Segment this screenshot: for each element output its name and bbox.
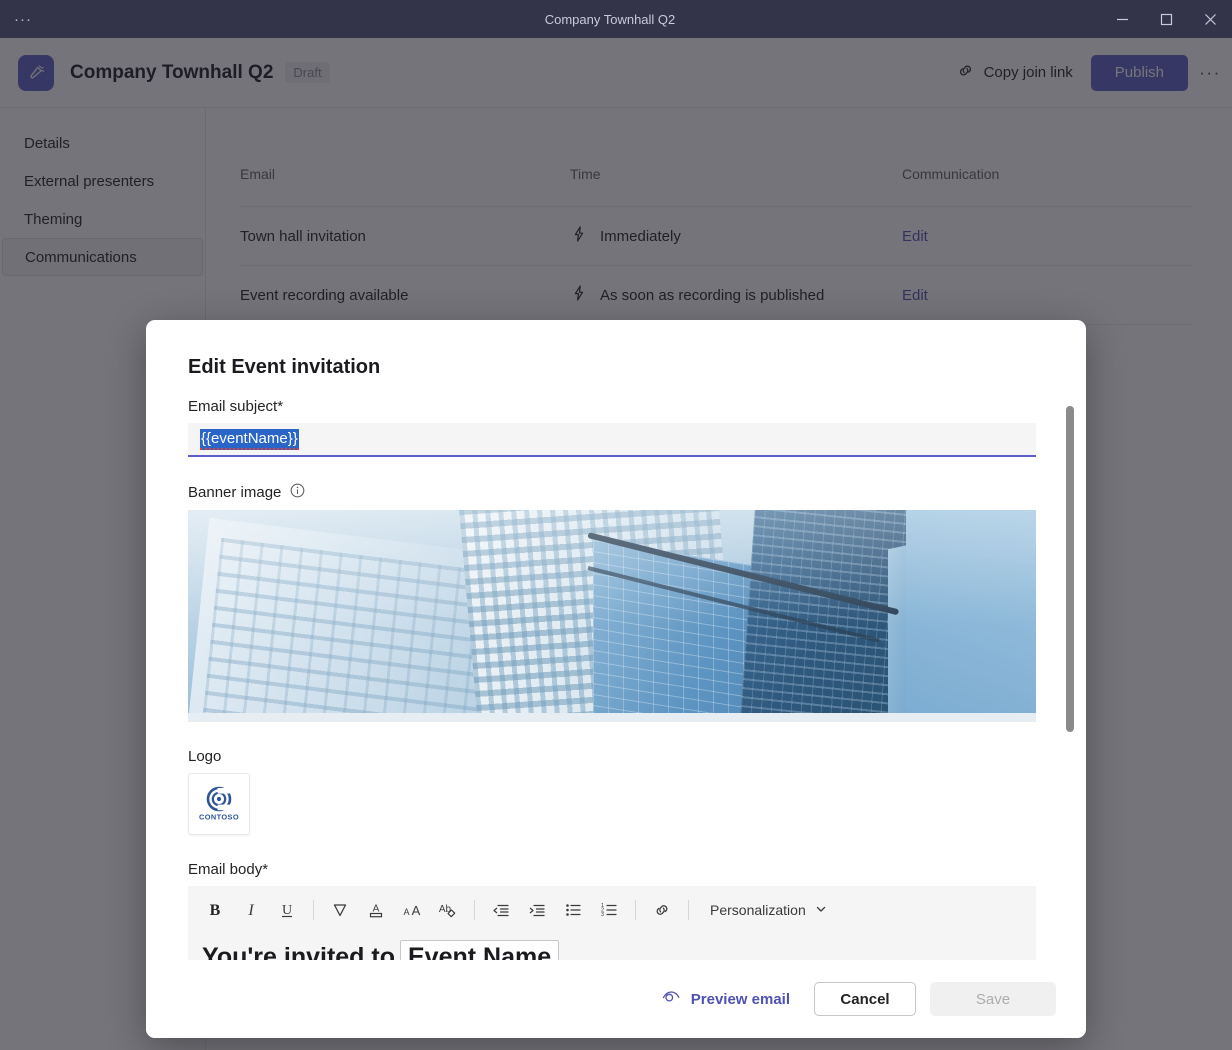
email-subject-label: Email subject*	[188, 398, 284, 415]
chevron-down-icon	[815, 902, 827, 918]
svg-text:A: A	[373, 904, 380, 915]
dialog-footer: Preview email Cancel Save	[146, 960, 1086, 1038]
clear-formatting-icon[interactable]: Ab	[431, 893, 465, 927]
decrease-indent-icon[interactable]	[484, 893, 518, 927]
contoso-logo-icon: CONTOSO	[199, 786, 239, 822]
toolbar-divider	[635, 900, 636, 920]
preview-email-button[interactable]: Preview email	[661, 987, 790, 1011]
banner-image[interactable]	[188, 510, 1036, 722]
svg-text:A: A	[412, 903, 421, 918]
numbered-list-icon[interactable]: 123	[592, 893, 626, 927]
window-title: Company Townhall Q2	[544, 11, 676, 27]
font-size-icon[interactable]: AA	[395, 893, 429, 927]
minimize-icon[interactable]	[1100, 0, 1144, 38]
svg-text:B: B	[210, 902, 221, 919]
svg-text:A: A	[403, 907, 409, 917]
highlight-icon[interactable]	[323, 893, 357, 927]
svg-text:I: I	[247, 902, 254, 919]
application-window: ··· Company Townhall Q2 Edit Event invit…	[0, 0, 1232, 1050]
email-body-label: Email body*	[188, 861, 269, 878]
dialog-scroll-area: Email subject* {{eventName}} Banner imag…	[146, 398, 1086, 963]
window-title-bar: ··· Company Townhall Q2	[0, 0, 1232, 38]
email-subject-value: {{eventName}}	[200, 428, 299, 450]
increase-indent-icon[interactable]	[520, 893, 554, 927]
banner-haze	[188, 510, 1036, 722]
dialog-title: Edit Event invitation	[188, 356, 381, 378]
italic-icon[interactable]: I	[234, 893, 268, 927]
personalization-dropdown[interactable]: Personalization	[702, 894, 835, 926]
modal-scrollbar-track[interactable]	[1066, 406, 1074, 964]
toolbar-divider	[474, 900, 475, 920]
bold-icon[interactable]: B	[198, 893, 232, 927]
svg-text:U: U	[282, 903, 292, 918]
info-icon[interactable]	[290, 483, 305, 502]
toolbar-divider	[688, 900, 689, 920]
email-body-editor[interactable]: You're invited to Event Name	[188, 934, 1036, 963]
underline-icon[interactable]: U	[270, 893, 304, 927]
rich-text-toolbar: B I U A AA Ab 1 2 3 Personalization	[188, 886, 1036, 934]
save-button[interactable]: Save	[930, 982, 1056, 1016]
maximize-icon[interactable]	[1144, 0, 1188, 38]
svg-text:CONTOSO: CONTOSO	[199, 813, 239, 822]
banner-image-label-row: Banner image	[188, 483, 1044, 502]
cancel-button[interactable]: Cancel	[814, 982, 916, 1016]
toolbar-divider	[313, 900, 314, 920]
font-color-icon[interactable]: A	[359, 893, 393, 927]
link-icon[interactable]	[645, 893, 679, 927]
banner-image-label: Banner image	[188, 484, 282, 501]
window-controls	[1100, 0, 1232, 38]
logo-label: Logo	[188, 748, 222, 765]
preview-email-label: Preview email	[690, 990, 790, 1008]
banner-base-strip	[188, 713, 1036, 722]
edit-event-invitation-dialog: Edit Event invitation Email subject* {{e…	[146, 320, 1086, 1038]
svg-text:3: 3	[601, 912, 604, 918]
close-icon[interactable]	[1188, 0, 1232, 38]
svg-text:Ab: Ab	[439, 904, 452, 915]
logo-thumbnail[interactable]: CONTOSO	[188, 773, 250, 835]
eye-icon	[661, 987, 681, 1011]
window-menu-button[interactable]: ···	[0, 11, 120, 28]
modal-scrollbar-thumb[interactable]	[1066, 406, 1074, 732]
personalization-label: Personalization	[710, 902, 806, 918]
email-subject-input[interactable]: {{eventName}}	[188, 423, 1036, 457]
bulleted-list-icon[interactable]	[556, 893, 590, 927]
